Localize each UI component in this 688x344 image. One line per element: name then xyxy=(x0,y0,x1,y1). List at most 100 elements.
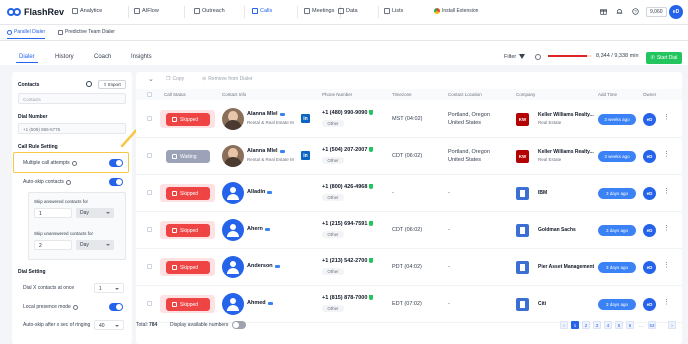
chevron-down-icon[interactable]: ⌄ xyxy=(148,75,154,83)
nav-calls[interactable]: Calls xyxy=(252,8,272,14)
table-row[interactable]: Waiting Alanna Mlel Rental & Real Estate M… xyxy=(136,138,682,175)
company-name[interactable]: Keller Williams Realty... xyxy=(538,149,594,155)
page-button[interactable]: 2 xyxy=(582,321,590,329)
status-badge[interactable]: Skipped xyxy=(166,261,210,274)
skip-answered-unit-select[interactable]: Day xyxy=(76,208,114,218)
nav-analytics[interactable]: Analytice xyxy=(72,8,102,14)
phone-number[interactable]: +1 (215) 694-7591 xyxy=(322,221,374,227)
linkedin-icon[interactable]: in xyxy=(301,114,310,123)
contact-avatar[interactable] xyxy=(222,219,244,241)
contact-photo[interactable] xyxy=(222,145,244,167)
more-options-icon[interactable] xyxy=(663,113,670,123)
page-button[interactable]: 53 xyxy=(648,321,656,329)
table-row[interactable]: Skipped Anderson +1 (213) 542-2700 Other PDT… xyxy=(136,249,682,286)
nav-aiflow[interactable]: AIFlow xyxy=(134,8,159,14)
contact-avatar[interactable] xyxy=(222,293,244,315)
nav-meetings[interactable]: Meetings xyxy=(304,8,334,14)
contact-name[interactable]: Ahern xyxy=(247,226,270,232)
tab-coach[interactable]: Coach xyxy=(94,54,111,60)
auto-skip-after-select[interactable]: 40 xyxy=(94,320,124,330)
phone-number[interactable]: +1 (213) 542-2700 xyxy=(322,258,374,264)
user-avatar[interactable]: eD xyxy=(669,5,683,19)
info-icon[interactable] xyxy=(65,179,71,185)
display-available-toggle[interactable] xyxy=(232,321,246,329)
next-page-button[interactable]: › xyxy=(668,321,676,329)
contact-photo[interactable] xyxy=(222,108,244,130)
nav-outreach[interactable]: Outreach xyxy=(194,8,225,14)
status-badge[interactable]: Skipped xyxy=(166,187,210,200)
import-button[interactable]: ⇪ Import xyxy=(98,80,126,89)
row-checkbox[interactable] xyxy=(147,153,152,158)
info-icon[interactable] xyxy=(535,54,541,60)
company-name[interactable]: Citi xyxy=(538,301,546,307)
phone-number[interactable]: +1 (800) 426-4968 xyxy=(322,184,374,190)
filter-button[interactable]: Filter xyxy=(504,54,526,60)
contacts-input[interactable]: Contacts xyxy=(18,93,126,104)
more-options-icon[interactable] xyxy=(663,187,670,197)
page-button[interactable]: 4 xyxy=(604,321,612,329)
bell-icon[interactable] xyxy=(616,8,623,15)
subtab-predictive-dialer[interactable]: Predictive Team Dialer xyxy=(58,29,115,35)
more-options-icon[interactable] xyxy=(663,261,670,271)
start-dial-button[interactable]: ✆ Start Dial xyxy=(646,52,682,64)
phone-number[interactable]: +1 (815) 878-7000 xyxy=(322,295,374,301)
skip-unanswered-input[interactable]: 2 xyxy=(34,240,72,250)
status-badge[interactable]: Skipped xyxy=(166,298,210,311)
skip-answered-input[interactable]: 1 xyxy=(34,208,72,218)
info-icon[interactable] xyxy=(72,304,78,310)
company-name[interactable]: Keller Williams Realty... xyxy=(538,112,594,118)
page-button[interactable]: 3 xyxy=(593,321,601,329)
linkedin-icon[interactable]: in xyxy=(301,151,310,160)
table-row[interactable]: Skipped Alanna Mlel Rental & Real Estate M… xyxy=(136,101,682,138)
more-options-icon[interactable] xyxy=(663,150,670,160)
help-icon[interactable]: ? xyxy=(632,8,639,15)
page-button[interactable]: 6 xyxy=(626,321,634,329)
copy-button[interactable]: ❐ Copy xyxy=(166,74,184,84)
row-checkbox[interactable] xyxy=(147,116,152,121)
prev-page-button[interactable]: ‹ xyxy=(560,321,568,329)
owner-avatar[interactable]: eD xyxy=(643,224,656,237)
subtab-parallel-dialer[interactable]: Parallel Dialer xyxy=(7,29,46,39)
brand-logo[interactable]: FlashRev xyxy=(7,7,69,17)
remove-from-dialer-button[interactable]: ⊖ Remove from Dialer xyxy=(202,74,253,84)
more-options-icon[interactable] xyxy=(663,298,670,308)
phone-number[interactable]: +1 (480) 990-9090 xyxy=(322,110,374,116)
owner-avatar[interactable]: eD xyxy=(643,261,656,274)
owner-avatar[interactable]: eD xyxy=(643,187,656,200)
status-badge[interactable]: Waiting xyxy=(166,150,210,163)
nav-lists[interactable]: Lists xyxy=(384,8,403,14)
dial-number-select[interactable]: +1 (509) 865-5775 xyxy=(18,123,126,134)
contact-name[interactable]: Anderson xyxy=(247,263,280,269)
owner-avatar[interactable]: eD xyxy=(643,113,656,126)
company-name[interactable]: Goldman Sachs xyxy=(538,227,576,233)
phone-number[interactable]: +1 (504) 207-2007 xyxy=(322,147,374,153)
tab-history[interactable]: History xyxy=(55,54,74,60)
contact-name[interactable]: Alanna Mlel xyxy=(247,148,285,154)
page-button[interactable]: 5 xyxy=(615,321,623,329)
nav-data[interactable]: Data xyxy=(338,8,358,14)
status-badge[interactable]: Skipped xyxy=(166,224,210,237)
contact-avatar[interactable] xyxy=(222,256,244,278)
company-name[interactable]: Pier Asset Management xyxy=(538,264,594,270)
select-all-checkbox[interactable] xyxy=(147,92,152,97)
page-button[interactable]: 1 xyxy=(571,321,579,329)
install-extension-button[interactable]: Install Extension xyxy=(434,8,478,14)
contact-name[interactable]: Alanna Mlel xyxy=(247,111,285,117)
owner-avatar[interactable]: eD xyxy=(643,150,656,163)
tab-insights[interactable]: Insights xyxy=(131,54,152,60)
company-name[interactable]: IBM xyxy=(538,190,547,196)
dial-x-select[interactable]: 1 xyxy=(94,283,124,293)
owner-avatar[interactable]: eD xyxy=(643,298,656,311)
row-checkbox[interactable] xyxy=(147,301,152,306)
more-options-icon[interactable] xyxy=(663,224,670,234)
tab-dialer[interactable]: Dialer xyxy=(16,54,38,63)
settings-icon[interactable] xyxy=(86,81,92,87)
status-badge[interactable]: Skipped xyxy=(166,113,210,126)
skip-unanswered-unit-select[interactable]: Day xyxy=(76,240,114,250)
contact-avatar[interactable] xyxy=(222,182,244,204)
table-row[interactable]: Skipped Alladin +1 (800) 426-4968 Other - - IB… xyxy=(136,175,682,212)
contact-name[interactable]: Ahmed xyxy=(247,300,273,306)
gift-icon[interactable] xyxy=(600,8,607,15)
auto-skip-toggle[interactable] xyxy=(109,178,123,186)
row-checkbox[interactable] xyxy=(147,227,152,232)
